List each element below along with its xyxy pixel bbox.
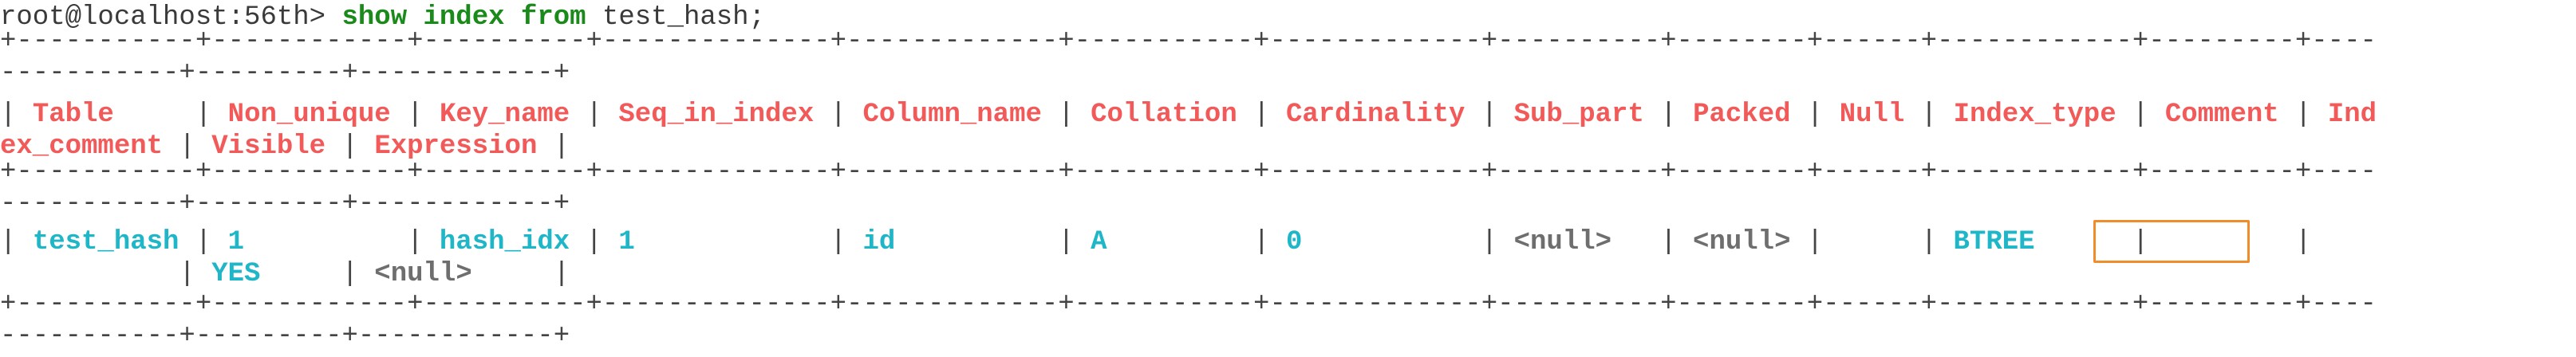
- index-type-highlight-box: [2093, 220, 2250, 263]
- cell-visible: YES: [211, 259, 261, 289]
- header-collation: Collation: [1091, 100, 1237, 130]
- header-sub-part: Sub_part: [1513, 100, 1644, 130]
- cell-key-name: hash_idx: [439, 227, 570, 257]
- header-column-name: Column_name: [862, 100, 1042, 130]
- table-border-top-1: +-----------+------------+----------+---…: [0, 26, 2377, 57]
- cell-cardinality: 0: [1285, 227, 1303, 257]
- terminal-window[interactable]: root@localhost:56th> show index from tes…: [0, 0, 2576, 357]
- cell-expression: <null>: [374, 259, 472, 289]
- header-packed: Packed: [1693, 100, 1791, 130]
- header-index-comment-start: Ind: [2327, 100, 2377, 130]
- header-table: Table: [32, 100, 114, 130]
- cell-non-unique: 1: [227, 227, 245, 257]
- cell-collation: A: [1091, 227, 1107, 257]
- cell-index-type: BTREE: [1953, 227, 2035, 257]
- table-border-top-2: -----------+---------+------------+: [0, 58, 570, 88]
- cell-column-name: id: [862, 227, 896, 257]
- table-row[interactable]: | test_hash | 1 | hash_idx | 1 | id | A …: [0, 226, 2311, 258]
- header-non-unique: Non_unique: [227, 100, 391, 130]
- table-border-mid-1: +-----------+------------+----------+---…: [0, 157, 2377, 187]
- table-header-row: | Table | Non_unique | Key_name | Seq_in…: [0, 100, 2377, 130]
- table-row-wrap: | YES | <null> |: [0, 259, 570, 289]
- table-border-bottom-2: -----------+---------+------------+: [0, 321, 570, 351]
- header-key-name: Key_name: [439, 100, 570, 130]
- header-seq-in-index: Seq_in_index: [618, 100, 815, 130]
- table-border-bottom-1: +-----------+------------+----------+---…: [0, 289, 2377, 320]
- cell-table: test_hash: [32, 227, 179, 257]
- header-index-type: Index_type: [1953, 100, 2116, 130]
- header-null: Null: [1839, 100, 1905, 130]
- header-cardinality: Cardinality: [1285, 100, 1466, 130]
- cell-sub-part: <null>: [1513, 227, 1612, 257]
- cell-seq-in-index: 1: [618, 227, 635, 257]
- cell-packed: <null>: [1693, 227, 1791, 257]
- header-comment: Comment: [2164, 100, 2279, 130]
- table-border-mid-2: -----------+---------+------------+: [0, 189, 570, 219]
